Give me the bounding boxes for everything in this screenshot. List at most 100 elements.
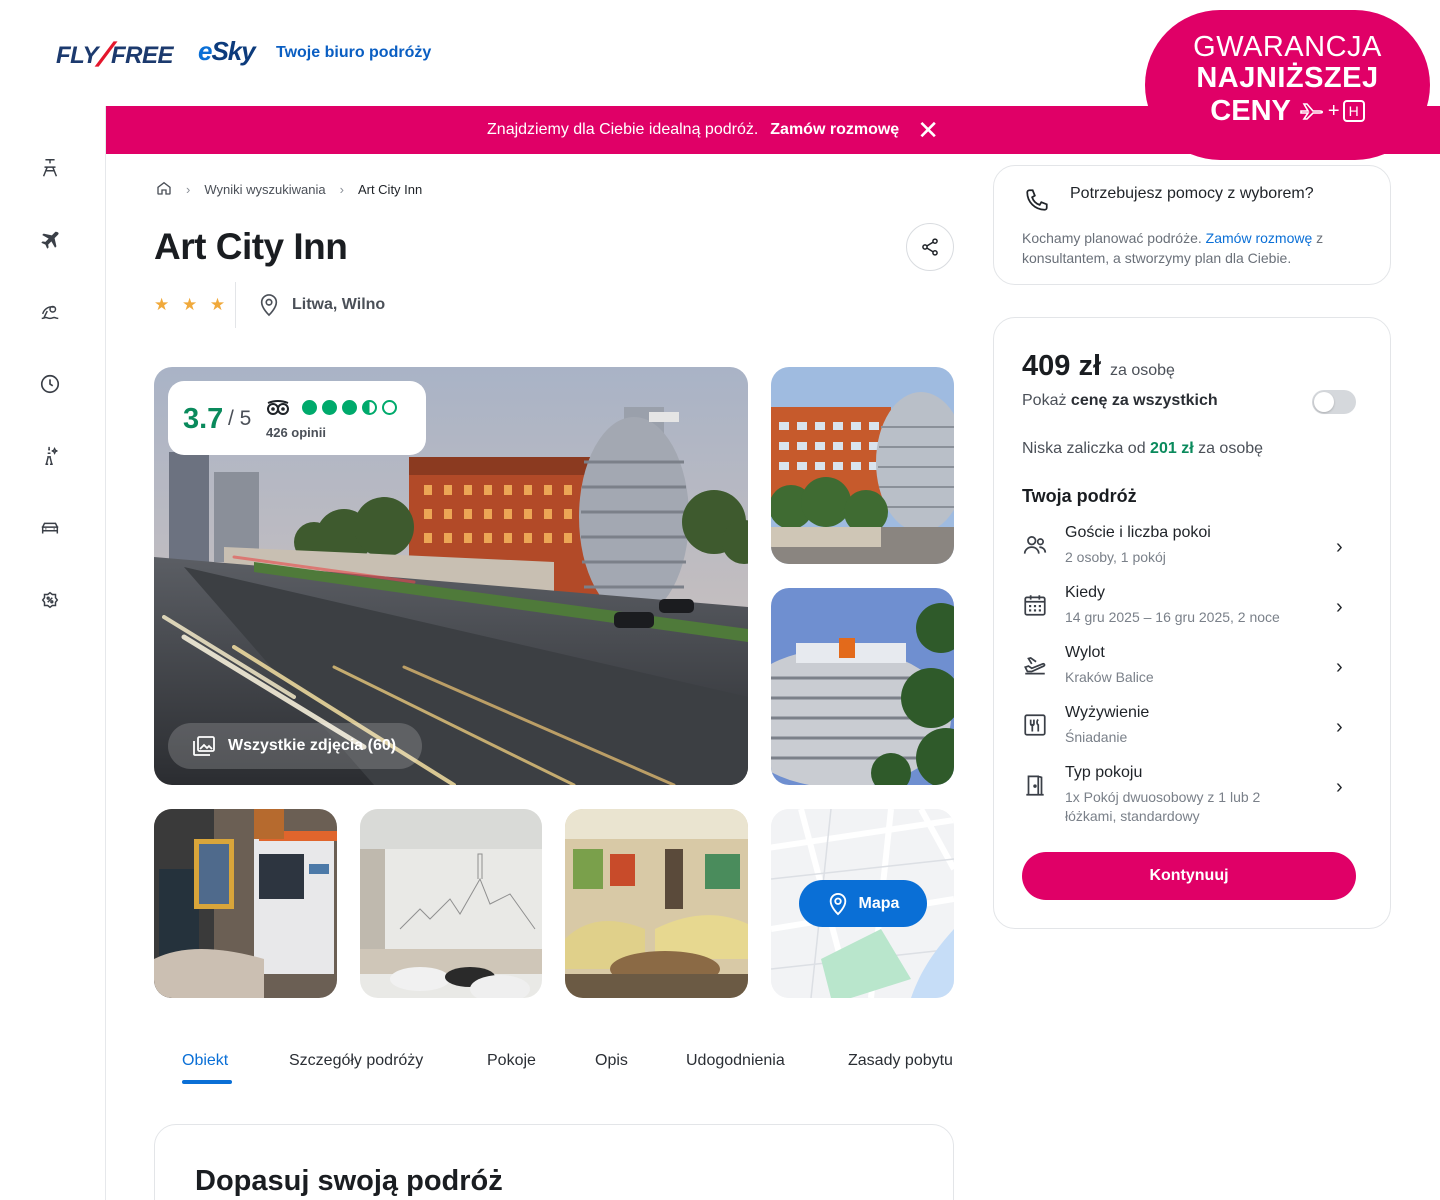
discount-badge-icon[interactable] xyxy=(38,588,62,612)
help-title: Potrzebujesz pomocy z wyborem? xyxy=(1070,185,1314,202)
guarantee-line3: CENY + H xyxy=(1145,94,1430,128)
breadcrumb-separator: › xyxy=(186,182,191,197)
trip-row-value: 1x Pokój dwuosobowy z 1 lub 2 łóżkami, s… xyxy=(1065,789,1261,824)
lounge-mural-image xyxy=(360,809,542,998)
show-all-bold: cenę za wszystkich xyxy=(1070,392,1218,409)
total-price-toggle[interactable] xyxy=(1312,390,1356,414)
hotel-photo-thumbnail[interactable] xyxy=(360,809,542,998)
trip-row-value: 14 gru 2025 – 16 gru 2025, 2 noce xyxy=(1065,609,1280,625)
tripadvisor-rating-dots xyxy=(302,400,397,415)
chevron-right-icon: › xyxy=(1336,716,1343,738)
users-icon xyxy=(1023,536,1047,554)
rating-card[interactable]: 3.7 / 5 426 opinii xyxy=(168,381,426,455)
map-button[interactable]: Mapa xyxy=(799,880,927,927)
plane-icon xyxy=(1300,103,1323,120)
trip-row-value: Kraków Balice xyxy=(1065,669,1154,685)
clock-icon[interactable] xyxy=(38,372,62,396)
trip-row-label: Typ pokoju xyxy=(1065,764,1143,781)
hotel-photo-thumbnail[interactable] xyxy=(771,588,954,785)
help-text-before: Kochamy planować podróże. xyxy=(1022,230,1206,246)
breadcrumb-search-results[interactable]: Wyniki wyszukiwania xyxy=(204,182,325,197)
your-trip-title: Twoja podróż xyxy=(1022,486,1137,506)
tab-opis[interactable]: Opis xyxy=(595,1052,628,1070)
price-per-person: za osobę xyxy=(1110,362,1175,379)
tab-pokoje[interactable]: Pokoje xyxy=(487,1052,536,1070)
trip-row-value: 2 osoby, 1 pokój xyxy=(1065,549,1166,565)
all-photos-button[interactable]: Wszystkie zdjęcia (60) xyxy=(168,723,423,769)
car-icon[interactable] xyxy=(38,516,62,540)
deposit-amount: 201 zł xyxy=(1150,440,1194,457)
hotel-exterior-image xyxy=(771,367,954,564)
tab-obiekt[interactable]: Obiekt xyxy=(182,1052,228,1070)
home-icon[interactable] xyxy=(156,180,172,199)
rating-dot-full xyxy=(302,400,317,415)
chevron-right-icon: › xyxy=(1336,536,1343,558)
guarantee-line2: NAJNIŻSZEJ xyxy=(1196,62,1379,94)
plane-departure-icon xyxy=(1024,657,1046,675)
logo-free-text: FREE xyxy=(111,41,174,69)
show-all-prefix: Pokaż xyxy=(1022,392,1071,409)
trip-row-label: Goście i liczba pokoi xyxy=(1065,524,1211,541)
flyfree-logo[interactable]: FLY / FREE xyxy=(56,36,174,75)
hotel-photo-thumbnail[interactable] xyxy=(154,809,337,998)
banner-text: Znajdziemy dla Ciebie idealną podróż. xyxy=(487,121,759,138)
beach-chair-icon[interactable] xyxy=(38,156,62,180)
tab-udogodnienia[interactable]: Udogodnienia xyxy=(686,1052,785,1070)
hotel-photo-thumbnail[interactable] xyxy=(771,367,954,564)
sun-beach-icon[interactable] xyxy=(38,300,62,324)
eiffel-tower-icon[interactable] xyxy=(38,444,62,468)
active-tab-indicator xyxy=(182,1080,232,1084)
tab-szczegoly-podrozy[interactable]: Szczegóły podróży xyxy=(289,1052,423,1070)
logo-fly-text: FLY xyxy=(56,41,99,69)
trip-row-value: Śniadanie xyxy=(1065,729,1128,745)
deposit-suffix: za osobę xyxy=(1193,440,1264,457)
plane-icon[interactable] xyxy=(38,228,62,252)
chevron-right-icon: › xyxy=(1336,776,1343,798)
tripadvisor-icon xyxy=(267,400,289,415)
review-count: 426 opinii xyxy=(266,425,326,440)
order-call-link[interactable]: Zamów rozmowę xyxy=(770,121,899,139)
rating-dot-full xyxy=(342,400,357,415)
rating-dot-full xyxy=(322,400,337,415)
map-button-label: Mapa xyxy=(858,894,900,912)
continue-button[interactable]: Kontynuuj xyxy=(1022,852,1356,900)
deposit-info: Niska zaliczka od 201 zł za osobę xyxy=(1022,440,1263,458)
phone-icon xyxy=(1026,189,1048,211)
adjust-trip-card: Dopasuj swoją podróż xyxy=(154,1124,954,1200)
chevron-right-icon: › xyxy=(1336,656,1343,678)
rating-score: 3.7 xyxy=(183,403,224,435)
hotel-location[interactable]: Litwa, Wilno xyxy=(258,293,385,317)
trip-row-label: Wylot xyxy=(1065,644,1105,661)
location-pin-icon xyxy=(260,294,278,317)
share-icon xyxy=(922,238,938,256)
hotel-stars: ★ ★ ★ xyxy=(154,295,230,314)
help-card: Potrzebujesz pomocy z wyborem? Kochamy p… xyxy=(993,165,1391,285)
hotel-sign-image xyxy=(771,588,954,785)
logo-esky-text: Sky xyxy=(211,36,255,66)
guarantee-line3-text: CENY xyxy=(1210,95,1291,127)
rating-max: / 5 xyxy=(228,407,252,430)
tab-zasady-pobytu[interactable]: Zasady pobytu xyxy=(848,1052,953,1070)
help-order-call-link[interactable]: Zamów rozmowę xyxy=(1206,230,1313,246)
plane-plus-hotel-icon: + H xyxy=(1299,94,1365,128)
logo-esky-e: e xyxy=(198,36,213,66)
sidebar xyxy=(0,106,106,1200)
hotel-icon: H xyxy=(1342,100,1365,122)
door-icon xyxy=(1026,775,1044,796)
esky-logo[interactable]: eSky xyxy=(198,36,256,67)
lobby-sofa-image xyxy=(565,809,748,998)
adjust-trip-title: Dopasuj swoją podróż xyxy=(195,1165,503,1197)
breadcrumb: › Wyniki wyszukiwania › Art City Inn xyxy=(156,180,422,199)
close-icon[interactable]: ✕ xyxy=(917,117,939,143)
calendar-icon xyxy=(1024,595,1046,616)
share-button[interactable] xyxy=(906,223,954,271)
lobby-checkin-image xyxy=(154,809,337,998)
lowest-price-guarantee-badge[interactable]: GWARANCJA NAJNIŻSZEJ CENY + H xyxy=(1145,10,1430,160)
gallery-icon xyxy=(193,736,215,756)
trip-row-label: Wyżywienie xyxy=(1065,704,1150,721)
menu-cutlery-icon xyxy=(1024,714,1046,736)
plus-sign: + xyxy=(1327,100,1340,122)
help-text: Kochamy planować podróże. Zamów rozmowę … xyxy=(1022,228,1372,268)
hotel-photo-thumbnail[interactable] xyxy=(565,809,748,998)
all-photos-label: Wszystkie zdjęcia (60) xyxy=(228,737,397,754)
